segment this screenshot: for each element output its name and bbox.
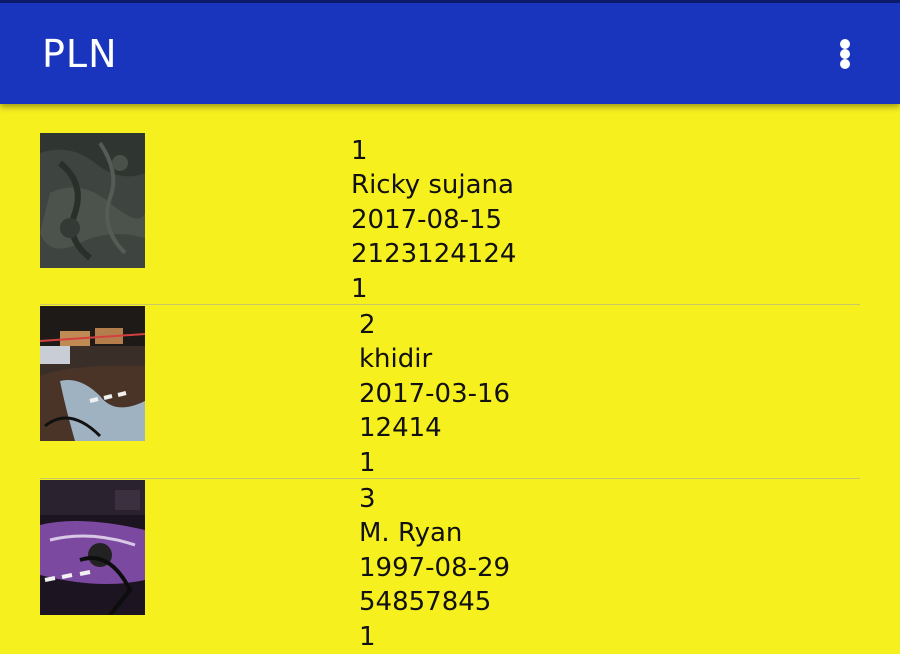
- record-phone: 2123124124: [351, 239, 517, 270]
- record-date: 1997-08-29: [359, 552, 511, 583]
- record-photo: [40, 133, 145, 268]
- record-list[interactable]: 1 Ricky sujana 2017-08-15 2123124124 1 2…: [0, 104, 900, 652]
- record-photo: [40, 480, 145, 615]
- list-item[interactable]: 1 Ricky sujana 2017-08-15 2123124124 1: [0, 104, 900, 304]
- record-id: 1: [351, 136, 368, 166]
- more-vertical-icon[interactable]: [828, 36, 862, 72]
- record-id: 2: [359, 310, 376, 340]
- record-name: Ricky sujana: [351, 170, 514, 201]
- record-date: 2017-03-16: [359, 378, 511, 409]
- record-photo: [40, 306, 145, 441]
- record-id: 3: [359, 484, 376, 514]
- record-fields: 3 M. Ryan 1997-08-29 54857845 1: [359, 482, 510, 654]
- record-phone: 12414: [359, 413, 442, 444]
- list-item[interactable]: 2 khidir 2017-03-16 12414 1: [0, 278, 900, 478]
- list-item[interactable]: 3 M. Ryan 1997-08-29 54857845 1: [0, 452, 900, 652]
- record-phone: 54857845: [359, 587, 492, 618]
- record-name: M. Ryan: [359, 518, 463, 549]
- status-strip: [0, 0, 900, 3]
- record-name: khidir: [359, 344, 433, 375]
- record-status: 1: [359, 621, 376, 652]
- app-title: PLN: [42, 32, 118, 76]
- record-date: 2017-08-15: [351, 204, 503, 235]
- app-bar: PLN: [0, 0, 900, 104]
